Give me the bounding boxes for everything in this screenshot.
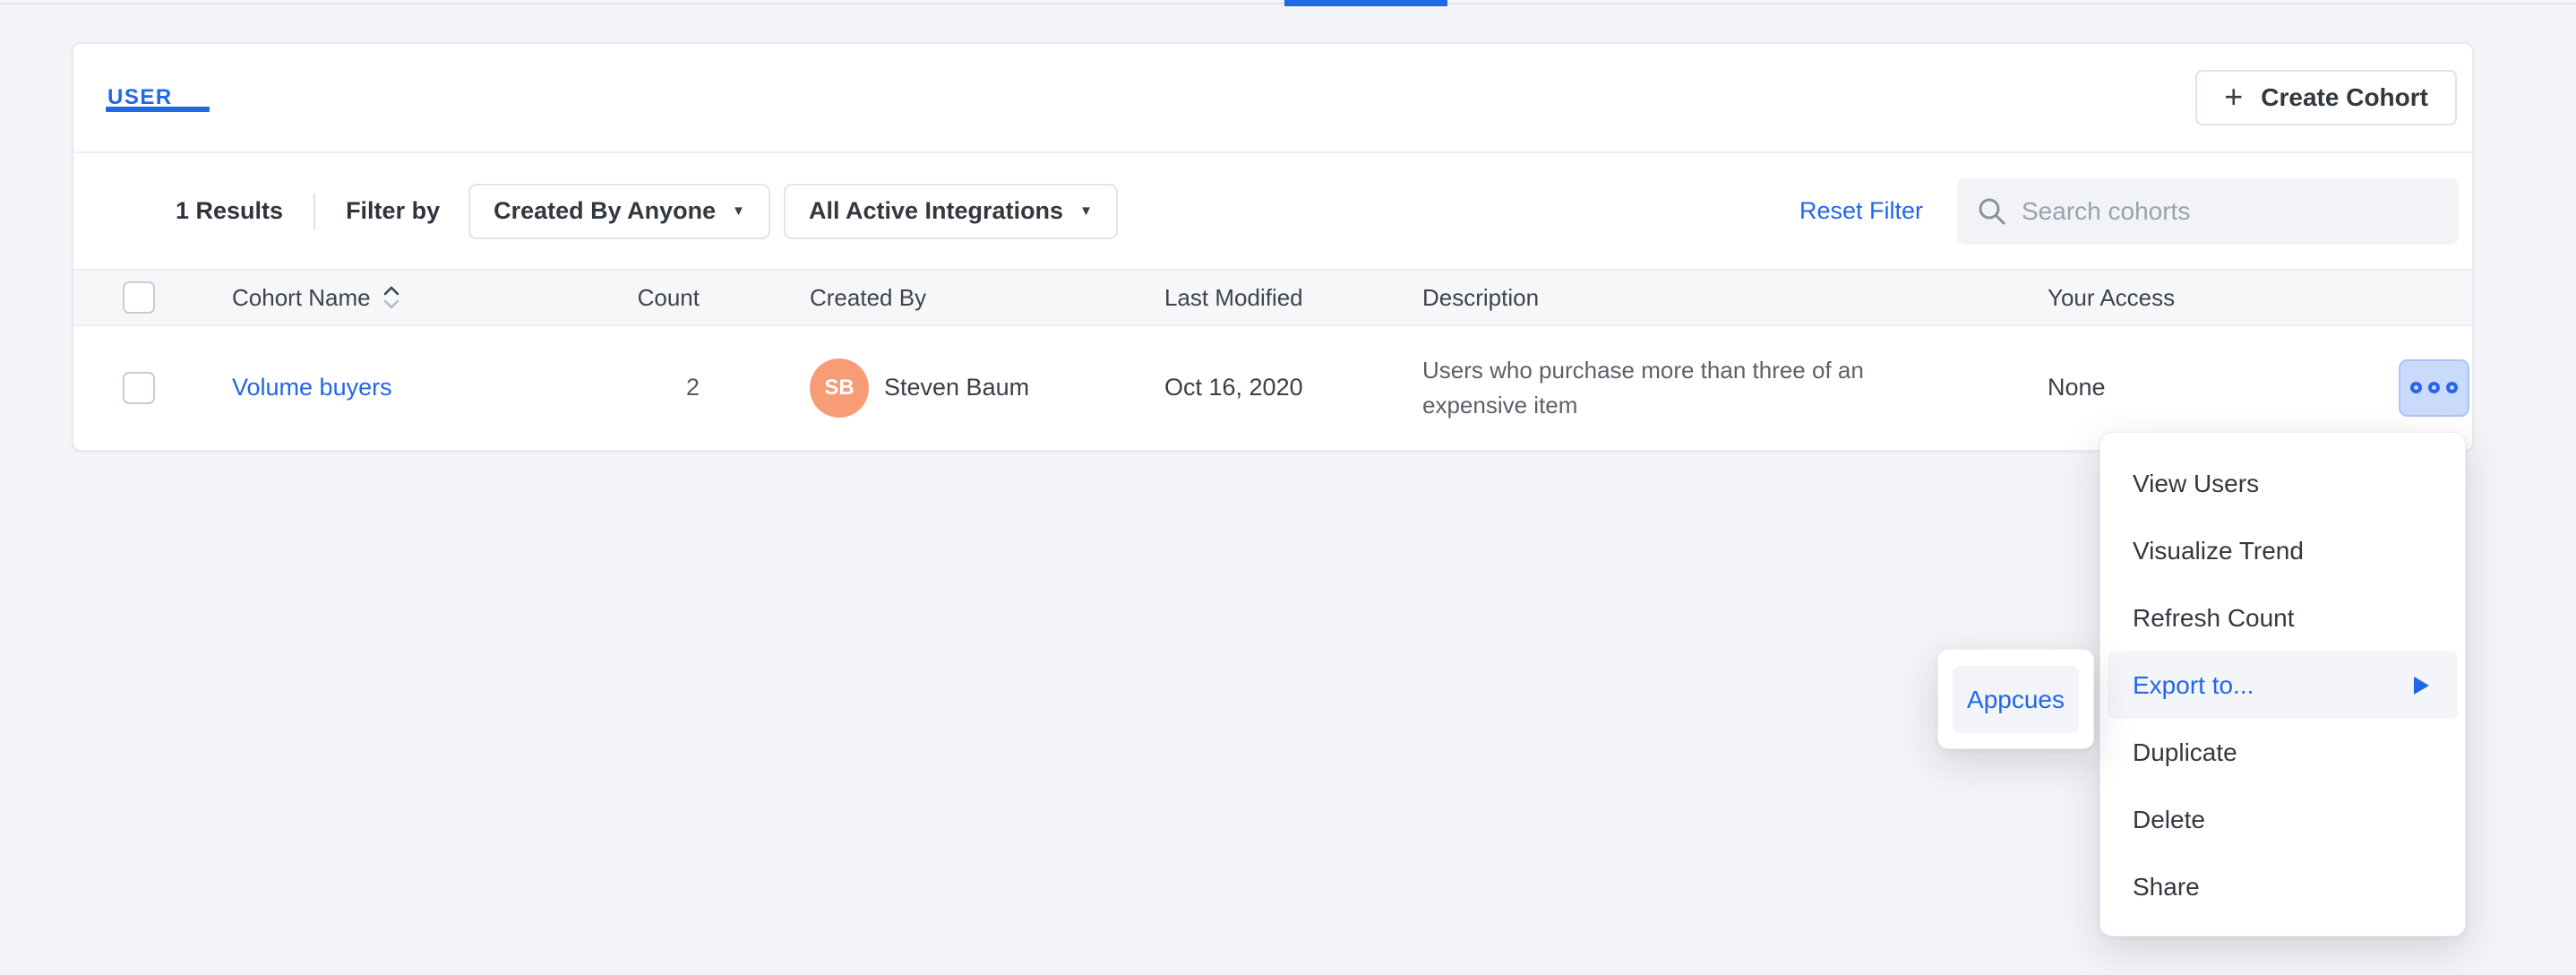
create-cohort-button[interactable]: + Create Cohort (2195, 70, 2457, 125)
header-count: Count (611, 284, 700, 312)
panel-tab-bar: USER + Create Cohort (73, 44, 2472, 153)
search-input[interactable] (2022, 197, 2439, 226)
top-tab-strip (0, 0, 2576, 4)
creator-name: Steven Baum (884, 374, 1029, 401)
filter-bar: 1 Results Filter by Created By Anyone ▼ … (73, 153, 2472, 269)
select-all-checkbox[interactable] (123, 281, 155, 314)
dot-icon (2410, 382, 2422, 393)
header-your-access: Your Access (2048, 284, 2399, 312)
caret-down-icon: ▼ (732, 203, 745, 219)
row-checkbox-cell (123, 372, 232, 404)
table-header-row: Cohort Name Count Created By Last Modifi… (73, 269, 2472, 326)
submenu-item-appcues[interactable]: Appcues (1953, 666, 2079, 733)
row-created-by-cell: SB Steven Baum (700, 358, 1164, 418)
row-more-actions-button[interactable] (2399, 359, 2469, 417)
active-tab-indicator (1284, 0, 1447, 6)
created-by-dropdown-label: Created By Anyone (494, 197, 716, 225)
tab-user-label: USER (107, 85, 173, 109)
header-cohort-name: Cohort Name (232, 284, 611, 312)
row-last-modified-cell: Oct 16, 2020 (1164, 374, 1422, 401)
export-submenu: Appcues (1937, 649, 2094, 749)
menu-item-delete[interactable]: Delete (2100, 786, 2465, 853)
dot-icon (2428, 382, 2440, 393)
menu-item-duplicate[interactable]: Duplicate (2100, 719, 2465, 786)
header-checkbox-cell (123, 281, 232, 314)
row-checkbox[interactable] (123, 372, 155, 404)
cohort-name-header-label: Cohort Name (232, 284, 371, 312)
header-created-by: Created By (700, 284, 1164, 312)
menu-item-share[interactable]: Share (2100, 853, 2465, 920)
row-description-cell: Users who purchase more than three of an… (1422, 353, 2048, 423)
integrations-dropdown-label: All Active Integrations (809, 197, 1063, 225)
caret-down-icon: ▼ (1079, 203, 1093, 219)
integrations-dropdown[interactable]: All Active Integrations ▼ (784, 184, 1118, 239)
menu-item-visualize-trend[interactable]: Visualize Trend (2100, 517, 2465, 584)
submenu-arrow-icon (2414, 677, 2429, 695)
row-actions-cell (2399, 359, 2469, 417)
cohorts-panel: USER + Create Cohort 1 Results Filter by… (72, 42, 2474, 452)
row-access-cell: None (2048, 374, 2399, 401)
search-icon (1977, 196, 2007, 227)
search-box[interactable] (1957, 178, 2459, 245)
description-text: Users who purchase more than three of an… (1422, 353, 1960, 423)
row-name-cell: Volume buyers (232, 374, 611, 401)
divider (313, 194, 315, 229)
row-count-cell: 2 (611, 374, 700, 401)
avatar: SB (810, 358, 869, 418)
create-cohort-label: Create Cohort (2261, 83, 2428, 112)
sort-icon (382, 284, 401, 311)
header-description: Description (1422, 284, 2048, 312)
table-row: Volume buyers 2 SB Steven Baum Oct 16, 2… (73, 326, 2472, 449)
filter-by-label: Filter by (346, 197, 440, 225)
results-count: 1 Results (176, 197, 283, 225)
cohort-name-link[interactable]: Volume buyers (232, 374, 392, 401)
tab-user-underline (106, 107, 210, 112)
cohort-name-sort-control[interactable]: Cohort Name (232, 284, 401, 312)
created-by-dropdown[interactable]: Created By Anyone ▼ (468, 184, 770, 239)
plus-icon: + (2224, 81, 2243, 113)
row-context-menu: View Users Visualize Trend Refresh Count… (2099, 432, 2466, 936)
menu-item-export-to[interactable]: Export to... (2108, 651, 2458, 719)
reset-filter-link[interactable]: Reset Filter (1799, 197, 1923, 225)
tab-user[interactable]: USER (107, 85, 173, 110)
menu-item-export-to-label: Export to... (2133, 671, 2254, 700)
header-last-modified: Last Modified (1164, 284, 1422, 312)
dot-icon (2446, 382, 2458, 393)
menu-item-refresh-count[interactable]: Refresh Count (2100, 584, 2465, 651)
menu-item-view-users[interactable]: View Users (2100, 450, 2465, 517)
